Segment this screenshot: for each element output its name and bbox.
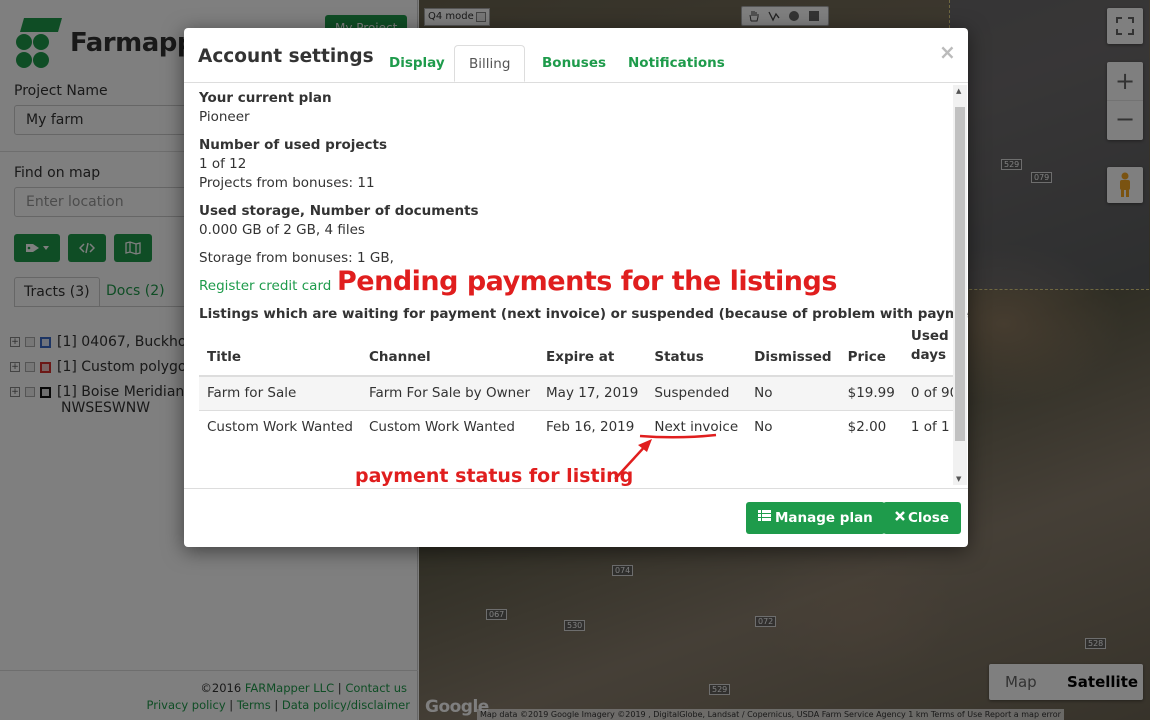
modal-scrollbar[interactable]: ▲ ▼ [953,85,967,485]
tab-display[interactable]: Display [375,45,459,82]
manage-plan-label: Manage plan [775,510,873,526]
modal-title: Account settings [198,46,374,67]
annotation-payment-status: payment status for listing [355,465,634,487]
modal-close-icon[interactable]: × [939,40,956,64]
cell-dismissed: No [746,376,840,411]
tab-billing[interactable]: Billing [454,45,526,82]
tab-notifications[interactable]: Notifications [614,45,739,82]
current-plan-value: Pioneer [199,109,250,125]
cell-channel: Farm For Sale by Owner [360,376,539,411]
table-row: Custom Work Wanted Custom Work Wanted Fe… [199,410,966,444]
storage-value: 0.000 GB of 2 GB, 4 files [199,222,365,238]
projects-bonuses: Projects from bonuses: 11 [199,175,375,191]
cell-channel: Custom Work Wanted [368,419,515,436]
storage-bonuses: Storage from bonuses: 1 GB, [199,250,394,266]
table-header-row: Title Channel Expire at Status Dismissed… [199,327,967,377]
footer-divider [184,488,968,489]
close-x-icon [895,501,905,533]
tab-bonuses[interactable]: Bonuses [528,45,620,82]
column-header: Channel [360,327,539,377]
cell-title: Custom Work Wanted [207,419,353,436]
column-header: Expire at [538,327,647,377]
list-icon [758,501,771,533]
cell-status: Next invoice [654,419,739,436]
listings-heading: Listings which are waiting for payment (… [199,306,968,322]
column-header: Price [839,327,903,377]
scroll-up-icon[interactable]: ▲ [956,87,961,95]
cell-price: $19.99 [839,376,903,411]
current-plan-label: Your current plan [199,90,332,106]
storage-label: Used storage, Number of documents [199,203,479,219]
cell-price: $2.00 [847,419,887,436]
manage-plan-button[interactable]: Manage plan [746,502,885,534]
scroll-down-icon[interactable]: ▼ [956,475,961,483]
cell-dismissed: No [754,419,773,436]
column-header: Title [199,327,361,377]
scrollbar-thumb[interactable] [955,107,965,441]
used-projects-label: Number of used projects [199,137,388,153]
column-header: Status [646,327,747,377]
table-row: Farm for Sale Farm For Sale by Owner May… [199,376,967,411]
used-projects-value: 1 of 12 [199,156,247,172]
close-button[interactable]: Close [883,501,962,534]
column-header: Dismissed [746,327,840,377]
register-credit-card-link[interactable]: Register credit card [199,278,331,294]
cell-expire: Feb 16, 2019 [546,419,635,436]
listings-table: Title Channel Expire at Status Dismissed… [199,327,967,444]
close-button-label: Close [908,510,950,526]
cell-expire: May 17, 2019 [538,376,647,411]
cell-status: Suspended [646,376,747,411]
cell-title: Farm for Sale [199,376,361,411]
annotation-pending-payments: Pending payments for the listings [337,266,837,297]
